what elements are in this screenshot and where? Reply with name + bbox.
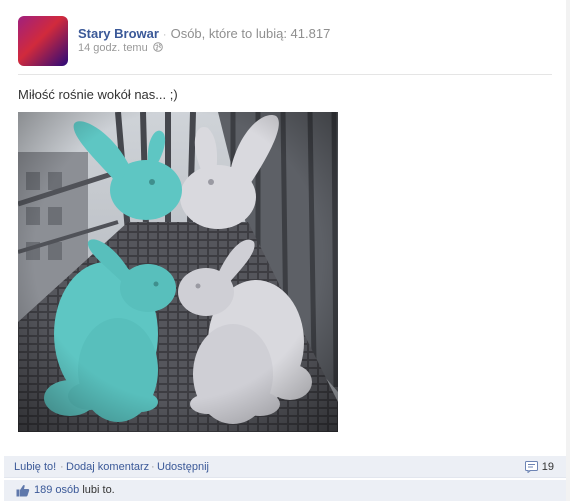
post-divider: [18, 74, 552, 75]
share-link[interactable]: Udostępnij: [157, 456, 209, 478]
likes-count-link[interactable]: 189 osób: [34, 484, 79, 496]
post-photo[interactable]: [18, 112, 338, 432]
add-comment-link[interactable]: Dodaj komentarz: [66, 456, 149, 478]
likes-suffix: lubi to.: [82, 484, 115, 496]
comment-count[interactable]: 19: [524, 456, 554, 478]
post-message: Miłość rośnie wokół nas... ;): [18, 87, 178, 102]
post-action-bar: Lubię to! · Dodaj komentarz · Udostępnij…: [4, 456, 566, 478]
page-name-link[interactable]: Stary Browar: [78, 26, 159, 41]
action-separator: ·: [60, 461, 64, 473]
thumbs-up-icon: [16, 484, 30, 497]
right-edge-strip: [566, 0, 570, 501]
like-link[interactable]: Lubię to!: [14, 456, 56, 478]
post-header: Stary Browar · Osób, które to lubią: 41.81…: [78, 26, 330, 41]
easter-bunnies-image: [18, 112, 338, 432]
page-likes-count: Osób, które to lubią: 41.817: [170, 26, 331, 41]
comment-count-value: 19: [541, 461, 554, 473]
comment-icon: [524, 461, 538, 473]
feed-post: Stary Browar · Osób, które to lubią: 41.81…: [0, 0, 570, 501]
header-separator: ·: [162, 29, 167, 41]
likes-bar: 189 osób lubi to.: [4, 480, 566, 501]
action-separator: ·: [151, 461, 155, 473]
post-timestamp[interactable]: 14 godz. temu: [78, 42, 148, 54]
page-avatar[interactable]: [18, 16, 68, 66]
post-meta: 14 godz. temu: [78, 42, 163, 54]
likes-summary: 189 osób lubi to.: [34, 480, 115, 501]
globe-icon[interactable]: [152, 42, 163, 52]
